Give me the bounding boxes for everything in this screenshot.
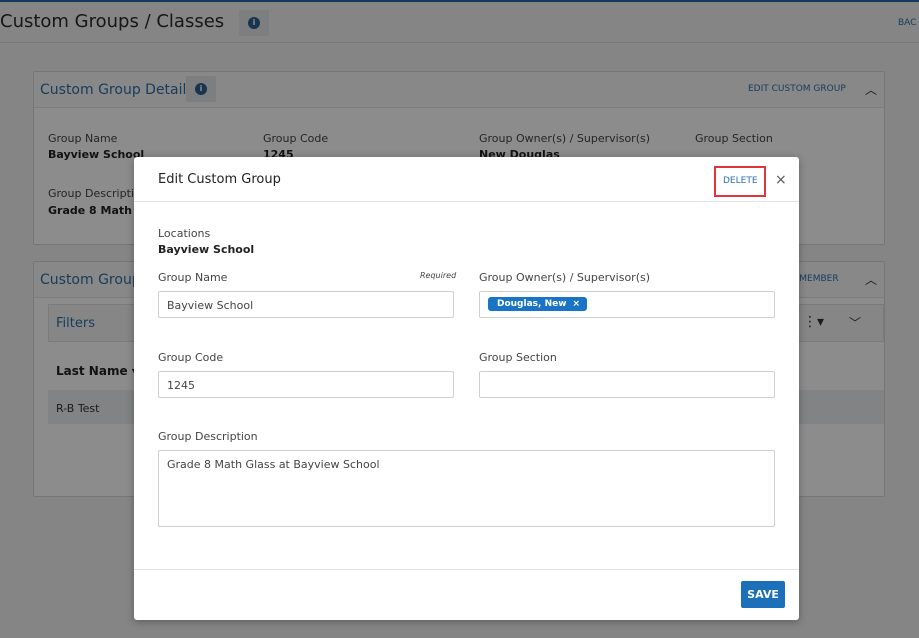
modal-footer-divider xyxy=(134,569,799,570)
edit-custom-group-modal: Edit Custom Group DELETE × Locations Bay… xyxy=(134,157,799,620)
modal-header: Edit Custom Group DELETE × xyxy=(134,157,799,202)
group-code-label: Group Code xyxy=(158,351,224,364)
required-label: Required xyxy=(420,271,457,280)
group-name-label: Group Name xyxy=(158,271,228,284)
section-label: Group Section xyxy=(479,351,557,364)
group-code-input[interactable]: 1245 xyxy=(158,371,454,398)
delete-highlight-box: DELETE xyxy=(714,166,766,197)
owner-multiselect[interactable]: Douglas, New × xyxy=(479,291,775,318)
modal-title: Edit Custom Group xyxy=(158,172,281,187)
owner-tag-label: Douglas, New xyxy=(497,299,567,309)
owner-label: Group Owner(s) / Supervisor(s) xyxy=(479,271,651,284)
delete-button[interactable]: DELETE xyxy=(723,176,758,186)
description-textarea-value: Grade 8 Math Glass at Bayview School xyxy=(167,458,380,471)
save-button[interactable]: SAVE xyxy=(741,581,785,608)
remove-tag-icon[interactable]: × xyxy=(573,299,581,309)
owner-tag: Douglas, New × xyxy=(488,297,588,311)
group-name-input[interactable]: Bayview School xyxy=(158,291,454,318)
description-textarea[interactable]: Grade 8 Math Glass at Bayview School xyxy=(158,450,775,527)
group-name-input-value: Bayview School xyxy=(167,299,254,312)
close-icon[interactable]: × xyxy=(775,172,787,188)
locations-value: Bayview School xyxy=(158,243,255,256)
group-code-input-value: 1245 xyxy=(167,379,195,392)
description-label: Group Description xyxy=(158,430,258,443)
section-input[interactable] xyxy=(479,371,775,398)
locations-label: Locations xyxy=(158,227,211,240)
